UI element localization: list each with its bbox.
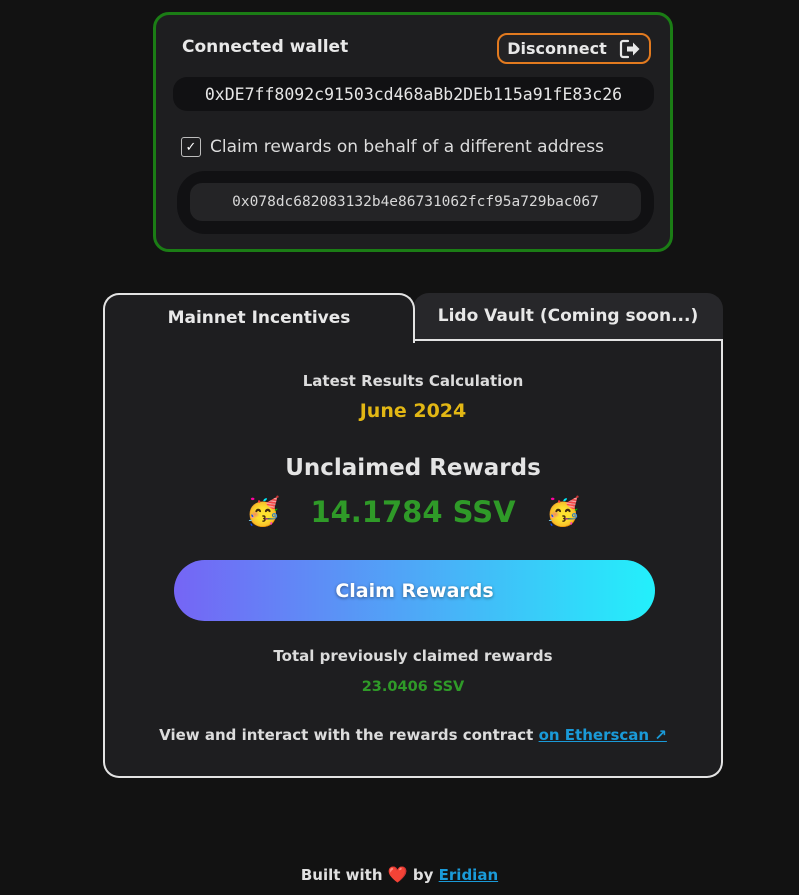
calc-label: Latest Results Calculation [302, 372, 524, 390]
behalf-checkbox[interactable]: ✓ [181, 137, 201, 157]
disconnect-label: Disconnect [507, 39, 607, 58]
check-icon: ✓ [185, 139, 197, 155]
claim-rewards-button[interactable]: Claim Rewards [174, 560, 655, 621]
tab-lido-vault[interactable]: Lido Vault (Coming soon...) [413, 293, 723, 341]
unclaimed-amount-row: 🥳 14.1784 SSV 🥳 [105, 495, 721, 529]
previous-claimed-label: Total previously claimed rewards [273, 647, 553, 665]
connected-wallet-address: 0xDE7ff8092c91503cd468aBb2DEb115a91fE83c… [173, 77, 654, 111]
behalf-address-input[interactable] [190, 183, 641, 221]
logout-icon [619, 39, 640, 58]
eridian-link[interactable]: Eridian [439, 866, 498, 884]
tab-mainnet-label: Mainnet Incentives [167, 308, 351, 328]
party-face-icon: 🥳 [545, 495, 581, 528]
wallet-card: Connected wallet Disconnect 0xDE7ff8092c… [153, 12, 673, 252]
tab-lido-label: Lido Vault (Coming soon...) [437, 306, 699, 326]
behalf-address-wrapper [177, 171, 654, 234]
footer-built-with: Built with [300, 866, 383, 884]
claim-rewards-label: Claim Rewards [335, 579, 494, 602]
disconnect-button[interactable]: Disconnect [497, 33, 651, 64]
party-face-icon: 🥳 [245, 495, 281, 528]
unclaimed-amount: 14.1784 SSV [310, 495, 516, 529]
heart-icon: ❤️ [387, 865, 408, 884]
unclaimed-title: Unclaimed Rewards [285, 455, 541, 481]
page: Connected wallet Disconnect 0xDE7ff8092c… [0, 0, 799, 895]
footer: Built with ❤️ by Eridian [0, 865, 799, 884]
calc-date: June 2024 [359, 400, 467, 422]
previous-claimed-amount: 23.0406 SSV [361, 679, 465, 695]
contract-text: View and interact with the rewards contr… [159, 726, 534, 744]
behalf-row: ✓ Claim rewards on behalf of a different… [181, 137, 604, 157]
behalf-label: Claim rewards on behalf of a different a… [210, 137, 604, 157]
tab-mainnet-incentives[interactable]: Mainnet Incentives [103, 293, 415, 343]
etherscan-link[interactable]: on Etherscan ↗ [539, 726, 667, 744]
rewards-card: Latest Results Calculation June 2024 Unc… [103, 339, 723, 778]
contract-row: View and interact with the rewards contr… [105, 726, 721, 744]
footer-by: by [412, 866, 434, 884]
wallet-title: Connected wallet [182, 37, 349, 57]
